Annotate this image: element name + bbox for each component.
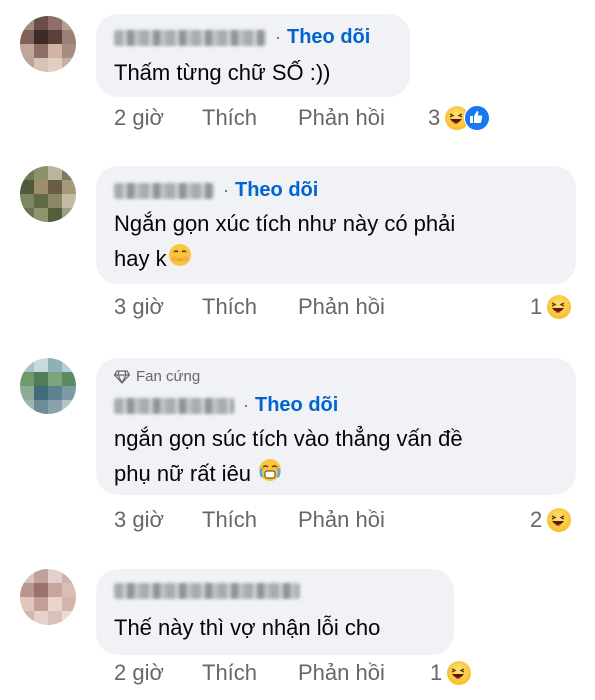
like-button[interactable]: Thích [202, 105, 298, 131]
author-name-blurred[interactable] [114, 29, 266, 46]
like-reaction-icon [464, 105, 491, 131]
reaction-count: 1 [430, 660, 443, 685]
reply-button[interactable]: Phản hồi [298, 294, 385, 320]
reply-button[interactable]: Phản hồi [298, 105, 385, 131]
comment-actions: 3 giờ Thích Phản hồi [114, 294, 385, 320]
separator-dot: · [223, 180, 229, 200]
avatar[interactable] [20, 569, 76, 625]
timestamp[interactable]: 2 giờ [114, 105, 202, 131]
avatar[interactable] [20, 16, 76, 72]
author-name-blurred[interactable] [114, 583, 300, 599]
follow-button[interactable]: Theo dõi [235, 179, 318, 202]
follow-button[interactable]: Theo dõi [287, 26, 370, 49]
comment-bubble: · Theo dõi Ngắn gọn xúc tích như này có … [96, 166, 576, 284]
comment-text: Thế này thì vợ nhận lỗi cho [114, 615, 381, 640]
like-button[interactable]: Thích [202, 294, 298, 320]
timestamp[interactable]: 2 giờ [114, 660, 202, 686]
comment-actions: 3 giờ Thích Phản hồi [114, 507, 385, 533]
avatar[interactable] [20, 358, 76, 414]
fan-badge-label: Fan cứng [136, 368, 201, 385]
haha-emoji-icon [546, 294, 573, 320]
reaction-summary[interactable]: 2 [530, 507, 573, 533]
reaction-count: 1 [530, 294, 543, 319]
reaction-count: 3 [428, 105, 441, 130]
author-name-blurred[interactable] [114, 182, 214, 199]
author-name-blurred[interactable] [114, 397, 234, 414]
comment-bubble: Thế này thì vợ nhận lỗi cho [96, 569, 454, 655]
reply-button[interactable]: Phản hồi [298, 507, 385, 533]
reply-button[interactable]: Phản hồi [298, 660, 385, 686]
like-button[interactable]: Thích [202, 660, 298, 686]
laugh-cover-mouth-emoji-icon [167, 242, 193, 278]
timestamp[interactable]: 3 giờ [114, 294, 202, 320]
haha-emoji-icon [546, 507, 573, 533]
haha-emoji-icon [446, 660, 473, 686]
reaction-summary[interactable]: 3 [428, 105, 491, 131]
reaction-summary[interactable]: 1 [430, 660, 473, 686]
fan-badge: Fan cứng [114, 368, 200, 385]
reaction-summary[interactable]: 1 [530, 294, 573, 320]
comment-bubble: Fan cứng · Theo dõi ngắn gọn súc tích và… [96, 358, 576, 495]
diamond-icon [114, 369, 130, 384]
comment-actions: 2 giờ Thích Phản hồi [114, 105, 385, 131]
follow-button[interactable]: Theo dõi [255, 394, 338, 417]
like-button[interactable]: Thích [202, 507, 298, 533]
comment-text: ngắn gọn súc tích vào thẳng vấn đề phụ n… [114, 421, 463, 493]
reaction-count: 2 [530, 507, 543, 532]
comment-text: Thấm từng chữ SỐ :)) [114, 60, 331, 85]
comment-actions: 2 giờ Thích Phản hồi [114, 660, 385, 686]
separator-dot: · [243, 395, 249, 415]
timestamp[interactable]: 3 giờ [114, 507, 202, 533]
separator-dot: · [275, 27, 281, 47]
comment-text: Ngắn gọn xúc tích như này có phải hay k [114, 206, 455, 278]
avatar[interactable] [20, 166, 76, 222]
comment-bubble: · Theo dõi Thấm từng chữ SỐ :)) [96, 14, 410, 97]
crying-laugh-emoji-icon [257, 457, 283, 493]
